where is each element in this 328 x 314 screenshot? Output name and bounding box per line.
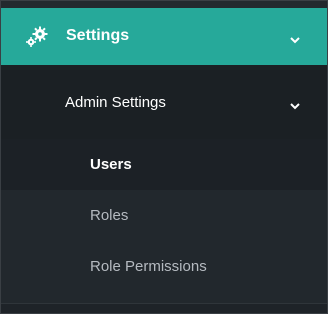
submenu-item-label: Users [90, 156, 132, 173]
top-divider [1, 1, 327, 8]
submenu-item-label: Roles [90, 207, 129, 224]
nav-item-settings[interactable]: Settings [1, 8, 327, 65]
settings-label: Settings [66, 27, 130, 44]
admin-settings-label: Admin Settings [65, 94, 166, 111]
chevron-down-icon[interactable] [289, 32, 301, 44]
admin-submenu: Users Roles Role Permissions [1, 139, 327, 304]
gears-icon [25, 25, 49, 49]
submenu-item-role-permissions[interactable]: Role Permissions [1, 241, 327, 292]
submenu-item-roles[interactable]: Roles [1, 190, 327, 241]
bottom-strip [1, 304, 327, 313]
sidebar-nav: Settings Admin Settings Users Roles Role… [0, 0, 328, 314]
submenu-item-label: Role Permissions [90, 258, 207, 275]
submenu-item-users[interactable]: Users [1, 139, 327, 190]
nav-item-admin-settings[interactable]: Admin Settings [1, 65, 327, 139]
chevron-down-icon[interactable] [289, 98, 301, 110]
